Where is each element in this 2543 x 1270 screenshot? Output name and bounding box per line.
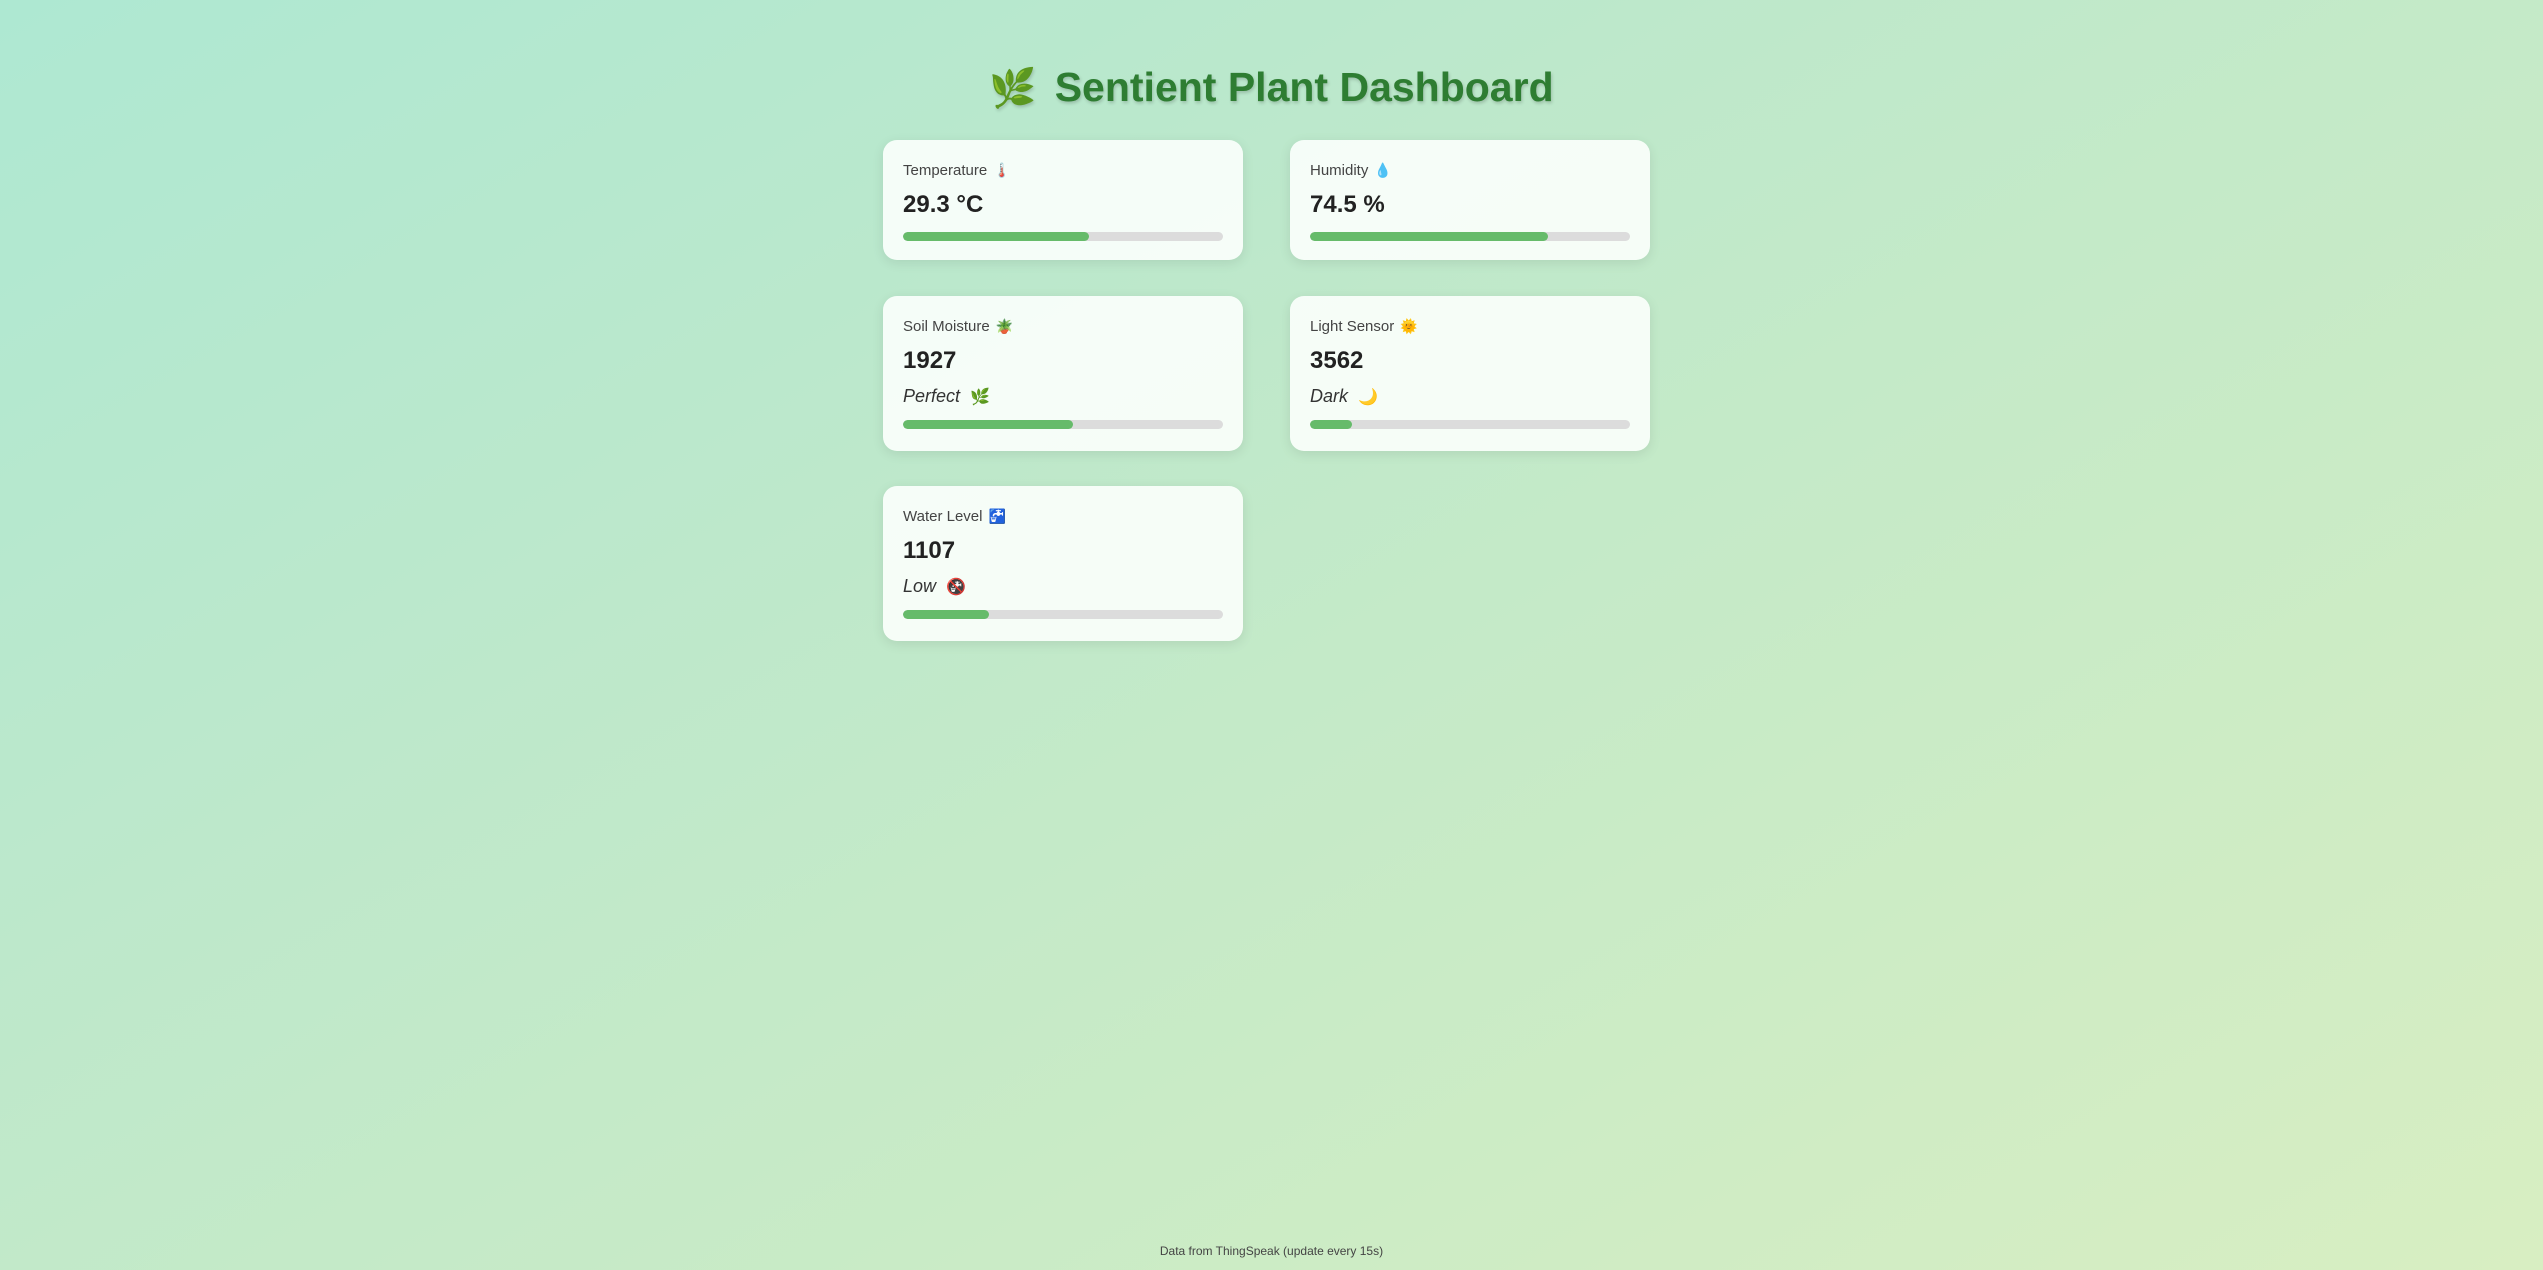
soil-moisture-value: 1927 bbox=[903, 347, 957, 374]
no-water-icon: 🚱 bbox=[946, 579, 966, 596]
light-sensor-label: Light Sensor 🌞 bbox=[1310, 316, 1630, 336]
soil-moisture-progress-bar bbox=[903, 420, 1223, 429]
droplet-icon: 💧 bbox=[1374, 162, 1392, 178]
temperature-value: 29.3 °C bbox=[903, 191, 984, 218]
soil-moisture-status: Perfect 🌿 bbox=[903, 384, 1223, 408]
water-level-label-text: Water Level bbox=[903, 508, 983, 525]
leaf-icon: 🌿 bbox=[989, 68, 1037, 110]
light-sensor-status: Dark 🌙 bbox=[1310, 384, 1630, 408]
water-level-status: Low 🚱 bbox=[903, 574, 1223, 598]
thermometer-icon: 🌡️ bbox=[993, 162, 1011, 178]
humidity-label-text: Humidity bbox=[1310, 162, 1369, 179]
humidity-label: Humidity 💧 bbox=[1310, 160, 1630, 180]
crescent-moon-icon: 🌙 bbox=[1358, 389, 1378, 406]
humidity-progress-bar bbox=[1310, 232, 1630, 241]
sun-icon: 🌞 bbox=[1400, 318, 1418, 334]
light-sensor-value: 3562 bbox=[1310, 347, 1364, 374]
light-sensor-card: Light Sensor 🌞 3562 Dark 🌙 bbox=[1290, 296, 1650, 451]
soil-moisture-label-text: Soil Moisture bbox=[903, 318, 990, 335]
light-sensor-label-text: Light Sensor bbox=[1310, 318, 1395, 335]
humidity-value: 74.5 % bbox=[1310, 191, 1385, 218]
humidity-progress-fill bbox=[1310, 232, 1549, 241]
temperature-progress-fill bbox=[903, 232, 1089, 241]
temperature-card: Temperature 🌡️ 29.3 °C bbox=[883, 140, 1243, 260]
page-title: 🌿 Sentient Plant Dashboard bbox=[0, 57, 2543, 117]
water-level-value: 1107 bbox=[903, 537, 956, 564]
soil-moisture-card: Soil Moisture 🪴 1927 Perfect 🌿 bbox=[883, 296, 1243, 451]
footer-note: Data from ThingSpeak (update every 15s) bbox=[1159, 1244, 1384, 1258]
temperature-label: Temperature 🌡️ bbox=[903, 160, 1223, 180]
potted-plant-icon: 🪴 bbox=[995, 318, 1014, 334]
light-sensor-progress-bar bbox=[1310, 420, 1630, 429]
herb-icon: 🌿 bbox=[970, 389, 990, 406]
light-sensor-progress-fill bbox=[1310, 420, 1352, 429]
water-level-progress-fill bbox=[903, 610, 990, 619]
water-level-label: Water Level 🚰 bbox=[903, 506, 1223, 526]
water-level-progress-bar bbox=[903, 610, 1223, 619]
soil-moisture-progress-fill bbox=[903, 420, 1073, 429]
humidity-card: Humidity 💧 74.5 % bbox=[1290, 140, 1650, 260]
soil-moisture-label: Soil Moisture 🪴 bbox=[903, 316, 1223, 336]
water-level-card: Water Level 🚰 1107 Low 🚱 bbox=[883, 486, 1243, 641]
light-sensor-status-text: Dark bbox=[1310, 386, 1349, 406]
faucet-icon: 🚰 bbox=[988, 508, 1006, 524]
water-level-status-text: Low bbox=[903, 576, 937, 596]
soil-moisture-status-text: Perfect bbox=[903, 386, 961, 406]
temperature-label-text: Temperature bbox=[903, 162, 988, 179]
temperature-progress-bar bbox=[903, 232, 1223, 241]
page-title-text: Sentient Plant Dashboard bbox=[1054, 64, 1554, 110]
